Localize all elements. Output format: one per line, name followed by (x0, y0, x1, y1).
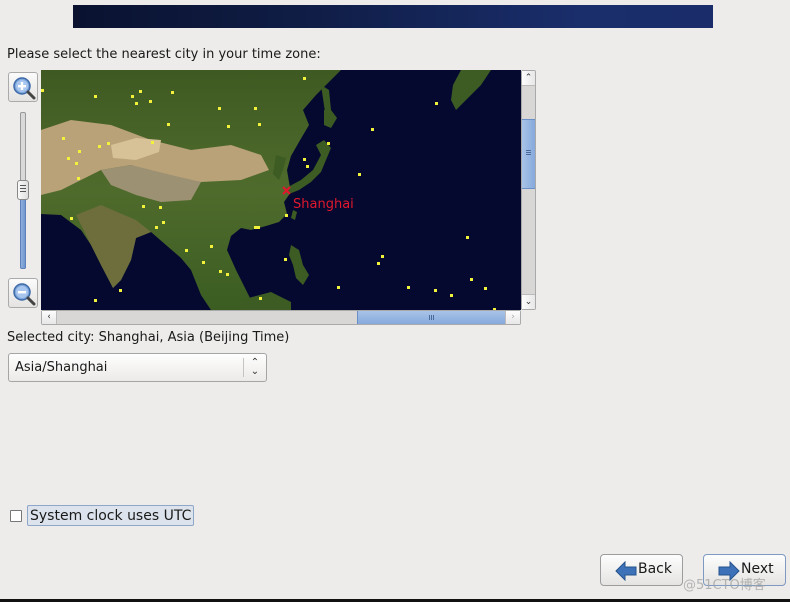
timezone-combobox[interactable]: Asia/Shanghai ⌃ ⌄ (8, 353, 267, 382)
city-dot (484, 287, 487, 290)
timezone-map[interactable] (41, 70, 521, 310)
watermark-text: @51CTO博客 (683, 578, 766, 593)
city-dot (254, 226, 257, 229)
combobox-separator (243, 358, 244, 377)
city-dot (210, 245, 213, 248)
city-dot (284, 258, 287, 261)
city-dot (135, 102, 138, 105)
city-dot (303, 158, 306, 161)
utc-checkbox[interactable] (10, 510, 22, 522)
city-dot (202, 261, 205, 264)
city-dot (167, 123, 170, 126)
city-dot (151, 141, 154, 144)
city-dot (70, 217, 73, 220)
city-dot (450, 294, 453, 297)
city-dot (218, 107, 221, 110)
city-dot (470, 278, 473, 281)
up-down-chevron-icon: ⌃ ⌄ (250, 357, 260, 377)
back-button[interactable]: Back (600, 554, 683, 586)
city-dot (131, 95, 134, 98)
header-banner (73, 5, 713, 28)
map-horizontal-scrollbar[interactable]: ‹ › (41, 310, 521, 325)
city-dot (159, 206, 162, 209)
vertical-scroll-thumb[interactable] (522, 119, 535, 189)
zoom-out-button[interactable] (8, 278, 38, 308)
zoom-in-button[interactable] (8, 72, 38, 102)
city-dot (434, 289, 437, 292)
zoom-in-icon (13, 77, 36, 100)
horizontal-scroll-thumb[interactable] (357, 311, 509, 324)
selected-city-map-label: Shanghai (293, 197, 354, 212)
scroll-left-arrow-icon[interactable]: ‹ (42, 311, 57, 324)
city-dot (258, 123, 261, 126)
scroll-down-arrow-icon[interactable]: ⌄ (522, 294, 535, 309)
city-dot (226, 273, 229, 276)
city-dot (94, 299, 97, 302)
city-dot (327, 142, 330, 145)
scroll-up-arrow-icon[interactable]: ⌃ (522, 71, 535, 86)
city-dot (337, 286, 340, 289)
zoom-slider-fill (20, 195, 26, 269)
city-dot (303, 77, 306, 80)
city-dot (142, 205, 145, 208)
city-dot (98, 145, 101, 148)
map-image (41, 70, 521, 310)
selected-city-text: Selected city: Shanghai, Asia (Beijing T… (7, 330, 290, 345)
city-dot (254, 107, 257, 110)
city-dot (119, 289, 122, 292)
city-dot (219, 270, 222, 273)
city-dot (306, 165, 309, 168)
city-dot (77, 177, 80, 180)
city-dot (371, 128, 374, 131)
back-button-label: Back (638, 561, 672, 577)
city-dot (78, 150, 81, 153)
city-dot (67, 157, 70, 160)
timezone-prompt: Please select the nearest city in your t… (7, 47, 321, 62)
city-dot (75, 162, 78, 165)
city-dot (155, 226, 158, 229)
zoom-out-icon (13, 283, 36, 306)
city-dot (257, 226, 260, 229)
city-dot (259, 297, 262, 300)
city-dot (162, 221, 165, 224)
city-dot (149, 100, 152, 103)
city-dot (381, 255, 384, 258)
scroll-right-arrow-icon[interactable]: › (505, 311, 520, 324)
city-dot (227, 125, 230, 128)
zoom-slider-thumb[interactable] (17, 180, 29, 200)
city-dot (185, 249, 188, 252)
city-dot (285, 214, 288, 217)
city-dot (171, 91, 174, 94)
city-dot (94, 95, 97, 98)
city-dot (466, 236, 469, 239)
city-dot (358, 173, 361, 176)
utc-checkbox-label[interactable]: System clock uses UTC (27, 505, 195, 526)
city-dot (41, 89, 44, 92)
city-dot (62, 137, 65, 140)
city-dot (139, 90, 142, 93)
city-dot (435, 102, 438, 105)
left-arrow-icon (615, 561, 637, 581)
city-dot (377, 262, 380, 265)
timezone-combobox-value: Asia/Shanghai (15, 360, 108, 375)
city-dot (407, 286, 410, 289)
city-dot (107, 142, 110, 145)
map-vertical-scrollbar[interactable]: ⌃ ⌄ (521, 70, 536, 310)
